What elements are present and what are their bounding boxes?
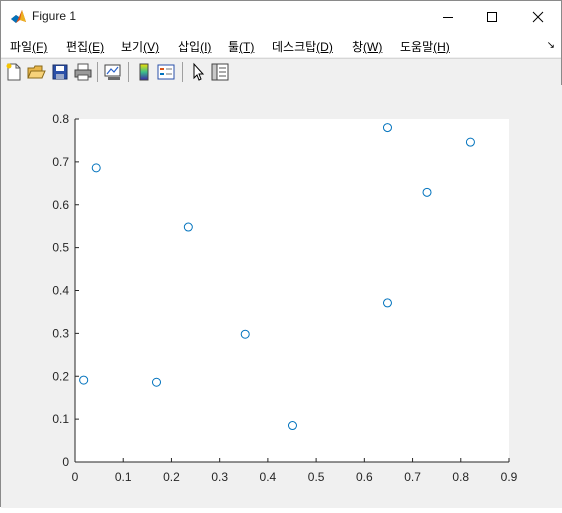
figure-window: Figure 1 파일(F) 편집(E) 보기(V) 삽입(I) 툴(T) 데스…	[0, 0, 562, 508]
property-inspector-icon[interactable]	[210, 62, 230, 82]
print-icon[interactable]	[73, 62, 93, 82]
close-button[interactable]	[515, 1, 561, 32]
x-tick-label: 0.4	[260, 470, 277, 484]
minimize-button[interactable]	[425, 1, 471, 32]
y-tick-label: 0	[62, 455, 69, 469]
x-tick-label: 0	[72, 470, 79, 484]
y-tick-label: 0.7	[52, 155, 69, 169]
figure-canvas: 0 0.1 0.2 0.3 0.4 0.5 0.6 0.7 0.8 0.9 0 0.1 0.2 0.3 0.…	[1, 85, 562, 508]
menu-desktop[interactable]: 데스크탑(D)	[272, 38, 333, 55]
menu-file[interactable]: 파일(F)	[10, 38, 47, 55]
figure-toolbar	[1, 58, 561, 86]
y-tick-label: 0.8	[52, 112, 69, 126]
menu-overflow-icon[interactable]: ↘	[547, 40, 555, 51]
maximize-icon	[487, 11, 497, 22]
x-tick-label: 0.1	[115, 470, 132, 484]
save-icon[interactable]	[50, 62, 70, 82]
toolbar-separator	[182, 62, 183, 82]
scatter-plot[interactable]: 0 0.1 0.2 0.3 0.4 0.5 0.6 0.7 0.8 0.9 0 0.1 0.2 0.3 0.…	[1, 85, 562, 508]
toolbar-separator	[97, 62, 98, 82]
y-tick-label: 0.1	[52, 412, 69, 426]
x-tick-label: 0.7	[404, 470, 421, 484]
menu-window[interactable]: 창(W)	[352, 38, 382, 55]
x-tick-label: 0.5	[308, 470, 325, 484]
new-figure-icon[interactable]	[4, 62, 24, 82]
menu-insert[interactable]: 삽입(I)	[178, 38, 211, 55]
x-tick-label: 0.2	[163, 470, 180, 484]
link-plot-icon[interactable]	[103, 62, 123, 82]
maximize-button[interactable]	[469, 1, 515, 32]
menu-bar: 파일(F) 편집(E) 보기(V) 삽입(I) 툴(T) 데스크탑(D) 창(W…	[1, 32, 561, 57]
y-tick-label: 0.3	[52, 326, 69, 340]
y-tick-label: 0.4	[52, 284, 69, 298]
menu-view[interactable]: 보기(V)	[121, 38, 159, 55]
insert-colorbar-icon[interactable]	[134, 62, 154, 82]
insert-legend-icon[interactable]	[156, 62, 176, 82]
toolbar-separator	[128, 62, 129, 82]
menu-edit[interactable]: 편집(E)	[66, 38, 104, 55]
menu-tools[interactable]: 툴(T)	[228, 38, 254, 55]
edit-plot-pointer-icon[interactable]	[188, 62, 208, 82]
y-tick-label: 0.6	[52, 198, 69, 212]
menu-help[interactable]: 도움말(H)	[400, 38, 450, 55]
x-tick-label: 0.9	[501, 470, 518, 484]
y-tick-label: 0.2	[52, 369, 69, 383]
axes-background	[75, 119, 509, 462]
x-tick-label: 0.8	[452, 470, 469, 484]
close-icon	[532, 11, 544, 22]
open-file-icon[interactable]	[26, 62, 46, 82]
matlab-logo-icon	[10, 8, 27, 25]
x-tick-label: 0.3	[211, 470, 228, 484]
window-title: Figure 1	[32, 9, 77, 23]
x-tick-label: 0.6	[356, 470, 373, 484]
y-tick-label: 0.5	[52, 241, 69, 255]
minimize-icon	[443, 16, 453, 18]
title-bar[interactable]: Figure 1	[1, 1, 561, 32]
